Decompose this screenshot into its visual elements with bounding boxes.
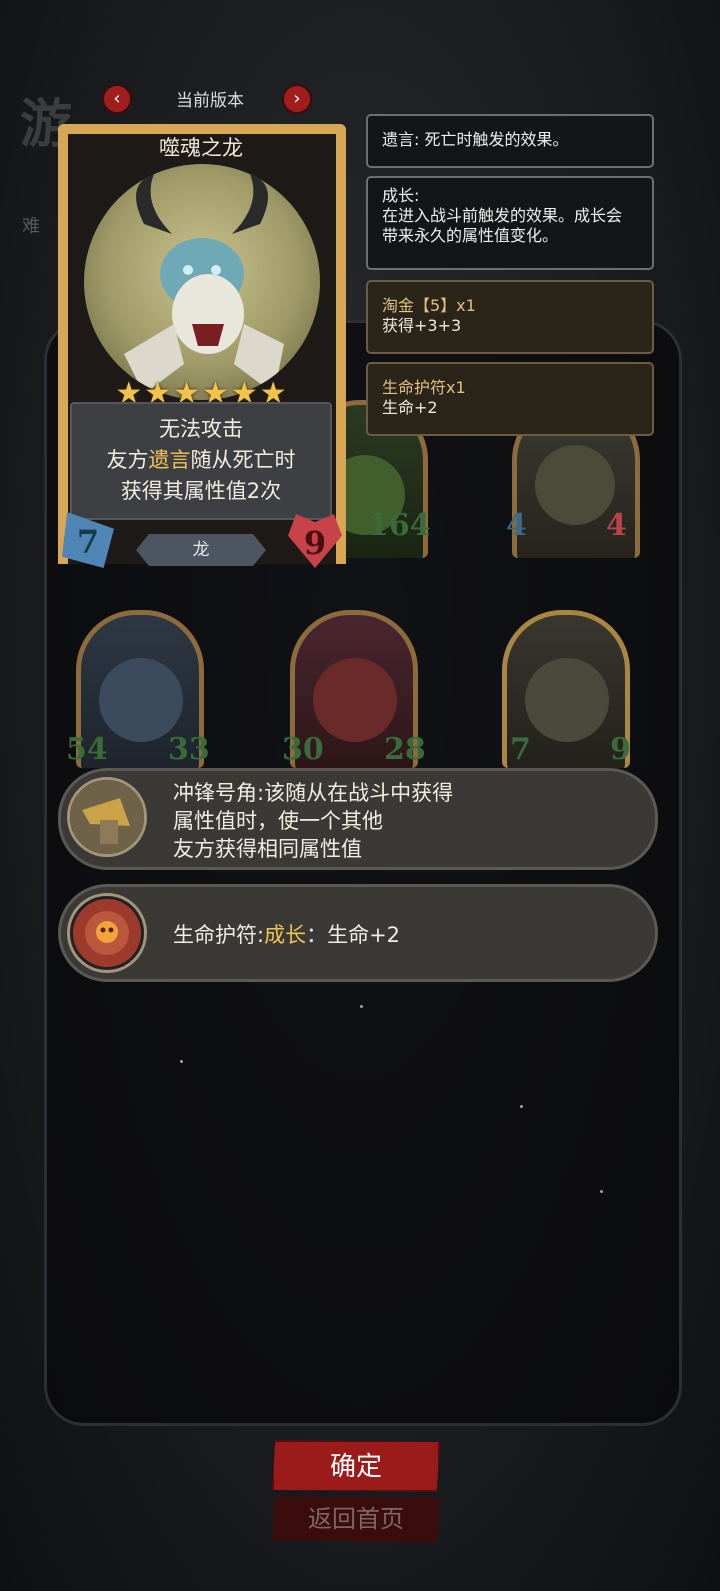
confirm-button[interactable]: 确定 bbox=[272, 1440, 440, 1492]
minion-attack: 4 bbox=[506, 508, 527, 543]
chevron-left-icon: ‹ bbox=[113, 88, 121, 109]
keyword-growth: 成长 bbox=[264, 923, 307, 947]
tribe-label: 龙 bbox=[136, 534, 266, 566]
card-name: 噬魂之龙 bbox=[159, 136, 243, 160]
desc-line: 无法攻击 bbox=[159, 417, 243, 441]
horn-icon bbox=[67, 777, 147, 857]
background-difficulty: 难 bbox=[22, 216, 40, 237]
minion-attack: 54 bbox=[66, 732, 108, 767]
desc-line: 获得其属性值2次 bbox=[120, 479, 282, 503]
minion-health: 9 bbox=[610, 732, 631, 767]
minion-health: 33 bbox=[168, 732, 210, 767]
tooltip-gold-rush: 淘金【5】x1 获得+3+3 bbox=[366, 280, 654, 354]
minion-health: 28 bbox=[384, 732, 426, 767]
minion-attack: 7 bbox=[510, 732, 531, 767]
back-home-button[interactable]: 返回首页 bbox=[272, 1496, 440, 1542]
chevron-right-icon: › bbox=[293, 88, 301, 109]
sparkle bbox=[520, 1105, 523, 1108]
card-portrait bbox=[84, 164, 320, 400]
ability-charge-horn[interactable]: 冲锋号角:该随从在战斗中获得 属性值时，使一个其他 友方获得相同属性值 bbox=[58, 768, 658, 870]
tooltip-growth: 成长: 在进入战斗前触发的效果。成长会 带来永久的属性值变化。 bbox=[366, 176, 654, 270]
version-next-button[interactable]: › bbox=[282, 84, 312, 114]
version-prev-button[interactable]: ‹ bbox=[102, 84, 132, 114]
minion-health: 164 bbox=[368, 508, 431, 543]
desc-line: 友方遗言随从死亡时 bbox=[106, 448, 296, 472]
keyword-deathrattle: 遗言 bbox=[148, 448, 191, 472]
tooltip-life-charm: 生命护符x1 生命+2 bbox=[366, 362, 654, 436]
tooltip-deathrattle: 遗言: 死亡时触发的效果。 bbox=[366, 114, 654, 168]
sparkle bbox=[360, 1005, 363, 1008]
sparkle bbox=[180, 1060, 183, 1063]
card-description: 无法攻击 友方遗言随从死亡时 获得其属性值2次 bbox=[70, 402, 332, 520]
sparkle bbox=[600, 1190, 603, 1193]
life-charm-icon bbox=[67, 893, 147, 973]
minion-attack: 30 bbox=[282, 732, 324, 767]
ability-life-charm[interactable]: 生命护符:成长：生命+2 bbox=[58, 884, 658, 982]
version-label: 当前版本 bbox=[176, 91, 244, 111]
minion-health: 4 bbox=[606, 508, 627, 543]
minion-detail-card: 噬魂之龙 ★★★★★★ 无法攻击 友方遗言随从死亡时 获得其属性值2次 7 龙 … bbox=[46, 114, 356, 580]
